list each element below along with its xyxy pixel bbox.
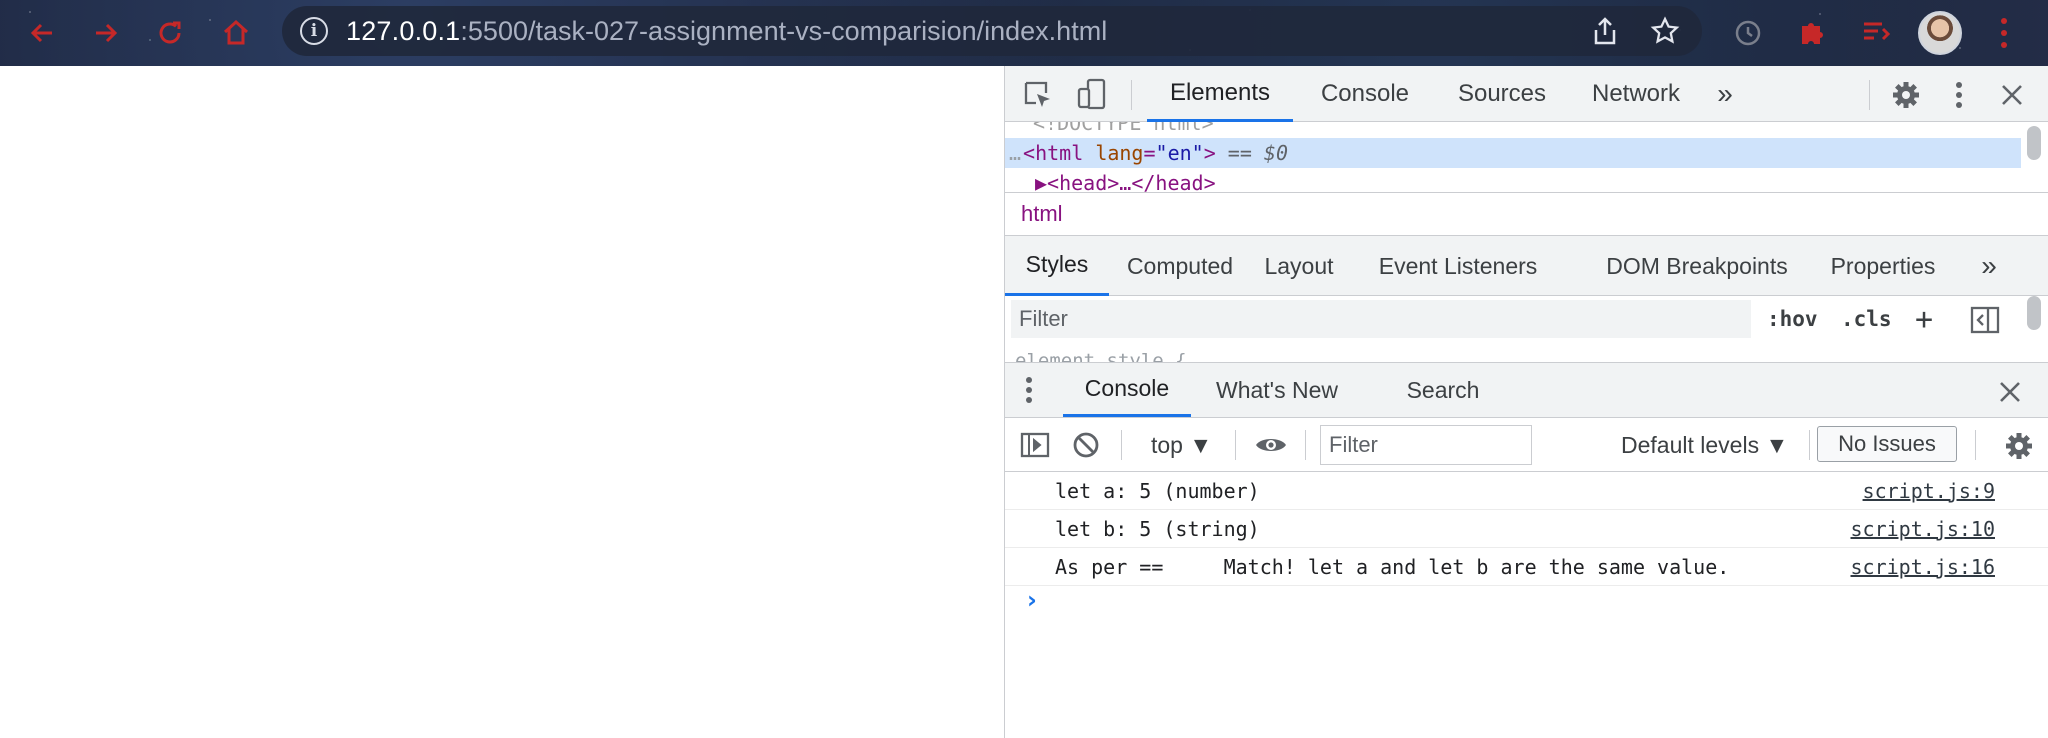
extensions-puzzle-icon[interactable] (1794, 14, 1830, 50)
tab-styles[interactable]: Styles (1005, 236, 1109, 296)
console-message: As per == Match! let a and let b are the… (1005, 548, 2048, 586)
hov-toggle[interactable]: :hov (1767, 302, 1818, 336)
context-selector[interactable]: top ▼ (1151, 418, 1212, 472)
tab-network[interactable]: Network (1573, 66, 1699, 122)
doctype-text: <!DOCTYPE html> (1033, 122, 1214, 135)
drawer-tabbar: Console What's New Search (1005, 362, 2048, 418)
new-style-rule-icon[interactable]: + (1915, 302, 1933, 337)
drawer-tab-console[interactable]: Console (1063, 363, 1191, 417)
dom-html-line[interactable]: … <html lang = "en" > == $0 (1005, 138, 2021, 168)
console-message-text: let a: 5 (number) (1055, 478, 1260, 503)
customize-menu-icon[interactable] (1949, 78, 1969, 112)
head-tag: ▶<head>…</head> (1035, 171, 1216, 192)
html-attr-value: "en" (1155, 141, 1204, 165)
site-info-icon[interactable]: i (300, 17, 328, 45)
console-sidebar-icon[interactable] (1019, 430, 1051, 460)
dom-head-line[interactable]: ▶<head>…</head> (1005, 168, 2021, 192)
html-open-tag: <html (1023, 141, 1084, 165)
console-message-text: let b: 5 (string) (1055, 516, 1260, 541)
console-message: let a: 5 (number) script.js:9 (1005, 472, 2048, 510)
tab-layout[interactable]: Layout (1251, 236, 1347, 296)
reload-icon[interactable] (152, 15, 188, 51)
breadcrumb-html[interactable]: html (1021, 201, 1063, 227)
bookmark-star-icon[interactable] (1650, 16, 1680, 46)
styles-tabbar: Styles Computed Layout Event Listeners D… (1005, 236, 2048, 296)
tab-sources[interactable]: Sources (1437, 66, 1567, 122)
html-attr-name: lang (1095, 141, 1144, 165)
html-close: > (1203, 141, 1216, 165)
more-styles-tabs-icon[interactable]: » (1969, 236, 2009, 296)
devtools-main-tabbar: Elements Console Sources Network » (1005, 66, 2048, 122)
profile-avatar[interactable] (1918, 11, 1962, 55)
breadcrumb: html (1005, 192, 2048, 236)
console-message-source-link[interactable]: script.js:10 (1851, 517, 1996, 541)
tab-console[interactable]: Console (1299, 66, 1431, 122)
tab-properties[interactable]: Properties (1819, 236, 1947, 296)
more-tabs-icon[interactable]: » (1705, 66, 1745, 122)
console-message-source-link[interactable]: script.js:9 (1863, 479, 1995, 503)
drawer-tab-search[interactable]: Search (1383, 363, 1503, 417)
url-path: :5500/task-027-assignment-vs-comparision… (460, 15, 1108, 46)
timer-extension-icon[interactable] (1730, 14, 1766, 50)
dom-ellipsis: … (1009, 141, 1022, 165)
drawer-menu-icon[interactable] (1017, 373, 1041, 407)
close-devtools-icon[interactable] (1997, 80, 2027, 110)
share-icon[interactable] (1590, 16, 1620, 46)
drawer-tab-whats-new[interactable]: What's New (1201, 363, 1353, 417)
inspect-element-icon[interactable] (1021, 78, 1055, 112)
log-levels-dropdown[interactable]: Default levels ▼ (1621, 418, 1788, 472)
console-toolbar: top ▼ Filter Default levels ▼ No Issues (1005, 418, 2048, 472)
tab-elements[interactable]: Elements (1147, 66, 1293, 122)
close-drawer-icon[interactable] (1995, 377, 2025, 407)
console-prompt[interactable]: › (1027, 586, 1037, 614)
tab-dom-breakpoints[interactable]: DOM Breakpoints (1599, 236, 1795, 296)
console-messages: let a: 5 (number) script.js:9 let b: 5 (… (1005, 472, 2048, 738)
styles-scrollbar[interactable] (2027, 296, 2041, 330)
styles-filter-row: Filter :hov .cls + (1005, 296, 2048, 342)
issues-button[interactable]: No Issues (1817, 426, 1957, 462)
console-settings-gear-icon[interactable] (2003, 430, 2035, 462)
address-bar[interactable]: i 127.0.0.1:5500/task-027-assignment-vs-… (282, 6, 1702, 56)
dom-tree: <!DOCTYPE html> … <html lang = "en" > == $0… (1005, 122, 2048, 192)
browser-toolbar: i 127.0.0.1:5500/task-027-assignment-vs-… (0, 0, 2048, 66)
dom-scrollbar[interactable] (2027, 126, 2041, 160)
html-equals: == (1215, 141, 1264, 165)
console-message-source-link[interactable]: script.js:16 (1851, 555, 1996, 579)
clear-console-icon[interactable] (1071, 430, 1101, 460)
toggle-sidebar-icon[interactable] (1969, 304, 2001, 336)
console-message: let b: 5 (string) script.js:10 (1005, 510, 2048, 548)
console-message-text: As per == Match! let a and let b are the… (1055, 554, 1730, 579)
html-ref: $0 (1263, 141, 1289, 165)
console-filter-input[interactable]: Filter (1320, 425, 1532, 465)
page-viewport (0, 66, 1004, 738)
live-expression-eye-icon[interactable] (1253, 430, 1289, 460)
dom-doctype-line[interactable]: <!DOCTYPE html> (1005, 122, 2021, 138)
home-icon[interactable] (218, 15, 254, 51)
device-toolbar-icon[interactable] (1075, 76, 1109, 112)
reading-list-icon[interactable] (1858, 14, 1894, 50)
tab-event-listeners[interactable]: Event Listeners (1353, 236, 1563, 296)
browser-menu-icon[interactable] (1994, 14, 2014, 52)
forward-arrow-icon[interactable] (88, 15, 124, 51)
url-host: 127.0.0.1 (346, 15, 461, 46)
styles-filter-input[interactable]: Filter (1011, 300, 1751, 338)
back-arrow-icon[interactable] (24, 15, 60, 51)
settings-gear-icon[interactable] (1889, 78, 1923, 112)
cls-toggle[interactable]: .cls (1841, 302, 1892, 336)
devtools-panel: Elements Console Sources Network » <!DOC… (1004, 66, 2048, 738)
tab-computed[interactable]: Computed (1115, 236, 1245, 296)
